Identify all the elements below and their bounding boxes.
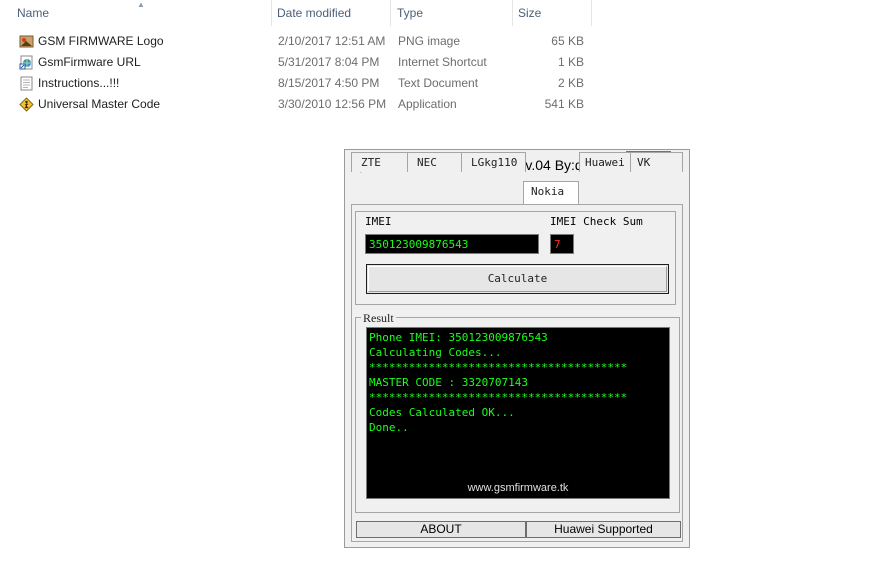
file-row[interactable]: Instructions...!!! 8/15/2017 4:50 PM Tex… [0, 73, 600, 94]
file-name: Instructions...!!! [38, 76, 120, 90]
file-row[interactable]: GSM FIRMWARE Logo 2/10/2017 12:51 AM PNG… [0, 31, 600, 52]
result-label: Result [361, 311, 396, 326]
file-size: 65 KB [551, 34, 584, 48]
internet-shortcut-icon [19, 55, 33, 70]
console-line: Phone IMEI: 350123009876543 [369, 331, 548, 344]
file-date: 3/30/2010 12:56 PM [278, 97, 387, 111]
file-date: 2/10/2017 12:51 AM [278, 34, 386, 48]
checksum-label: IMEI Check Sum [550, 215, 643, 228]
column-divider[interactable] [591, 0, 592, 26]
text-document-icon [20, 76, 33, 91]
image-file-icon [19, 35, 34, 48]
imei-label: IMEI [365, 215, 392, 228]
column-type[interactable]: Type [392, 0, 512, 26]
file-date: 8/15/2017 4:50 PM [278, 76, 380, 90]
checksum-field[interactable]: 7 [550, 234, 574, 254]
file-type: PNG image [398, 34, 461, 48]
tab-zte[interactable]: ZTE [351, 152, 408, 172]
file-type: Text Document [398, 76, 479, 90]
sort-ascending-icon: ▲ [137, 0, 145, 9]
file-date: 5/31/2017 8:04 PM [278, 55, 380, 69]
calculate-label: Calculate [487, 272, 548, 285]
about-button[interactable]: ABOUT [356, 521, 526, 538]
file-name: GsmFirmware URL [38, 55, 141, 69]
tab-lgkg110[interactable]: LGkg110 [461, 152, 526, 172]
console-line: Done.. [369, 421, 409, 434]
console-line: *************************************** [369, 361, 628, 374]
huawei-supported-button[interactable]: Huawei Supported [526, 521, 681, 538]
application-icon [19, 97, 34, 112]
mastercode-dialog: Universal MasterCode v.04 By:darmiles ✕ … [344, 149, 690, 548]
column-date-modified[interactable]: Date modified [272, 0, 390, 26]
console-line: Codes Calculated OK... [369, 406, 515, 419]
file-name: GSM FIRMWARE Logo [38, 34, 164, 48]
file-size: 2 KB [557, 76, 584, 90]
console-line: Calculating Codes... [369, 346, 502, 359]
tab-nec[interactable]: NEC [407, 152, 462, 172]
file-type: Application [398, 97, 457, 111]
tab-nokia[interactable]: Nokia [523, 181, 579, 204]
file-size: 1 KB [557, 55, 584, 69]
calculate-button[interactable]: Calculate [366, 264, 669, 294]
imei-input[interactable]: 350123009876543 [365, 234, 539, 254]
tab-vk[interactable]: VK [630, 152, 683, 172]
column-header-row: Name ▲ Date modified Type Size [0, 0, 600, 26]
website-link[interactable]: www.gsmfirmware.tk [367, 482, 669, 494]
file-row[interactable]: Universal Master Code 3/30/2010 12:56 PM… [0, 94, 600, 115]
console-line: MASTER CODE : 3320707143 [369, 376, 528, 389]
console-line: *************************************** [369, 391, 628, 404]
file-name: Universal Master Code [38, 97, 161, 111]
file-type: Internet Shortcut [398, 55, 487, 69]
result-console[interactable]: Phone IMEI: 350123009876543 Calculating … [366, 327, 670, 499]
column-divider[interactable] [390, 0, 391, 26]
column-size[interactable]: Size [513, 0, 591, 26]
file-row[interactable]: GsmFirmware URL 5/31/2017 8:04 PM Intern… [0, 52, 600, 73]
tab-huawei[interactable]: Huawei [579, 152, 631, 172]
file-size: 541 KB [544, 97, 584, 111]
